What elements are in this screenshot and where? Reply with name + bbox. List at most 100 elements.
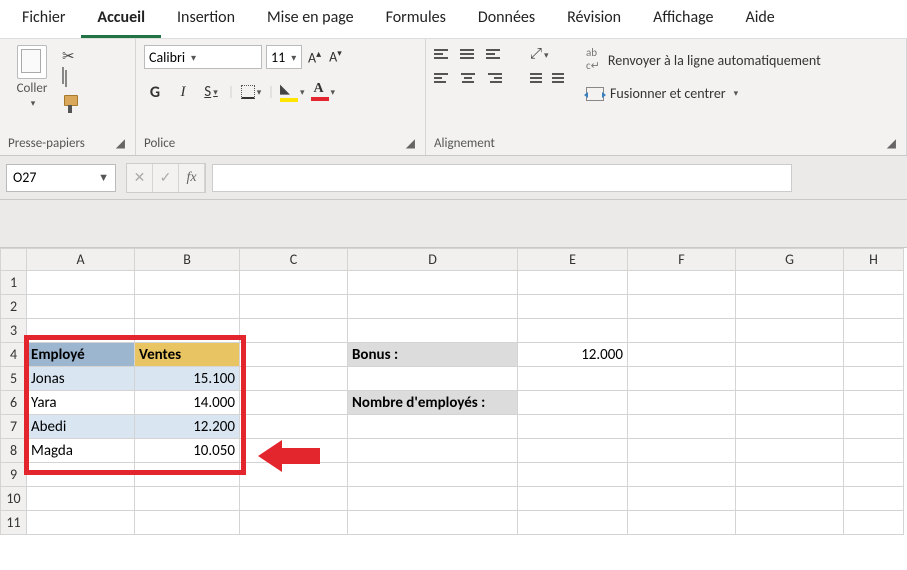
merge-center-button[interactable]: Fusionner et centrer ▾ — [586, 85, 821, 102]
row-head[interactable]: 5 — [1, 367, 27, 391]
sheet-grid[interactable]: A B C D E F G H 1 2 3 4 Employé Ventes B… — [0, 248, 904, 535]
tab-home[interactable]: Accueil — [81, 0, 161, 38]
font-size-value: 11 — [271, 49, 285, 66]
tab-file[interactable]: Fichier — [6, 0, 81, 38]
tab-review[interactable]: Révision — [551, 0, 637, 38]
paste-icon — [17, 45, 47, 79]
formula-input[interactable] — [212, 164, 792, 192]
cell-A6[interactable]: Yara — [27, 391, 135, 415]
paste-label: Coller — [17, 81, 48, 96]
cell-D6[interactable]: Nombre d'employés : — [348, 391, 518, 415]
wrap-text-button[interactable]: abc↵ Renvoyer à la ligne automatiquement — [586, 47, 821, 73]
alignment-group-label: Alignement — [434, 136, 495, 151]
bold-button[interactable]: G — [144, 81, 166, 103]
cell-A8[interactable]: Magda — [27, 439, 135, 463]
name-box-value: O27 — [13, 169, 36, 186]
decrease-indent-icon[interactable] — [530, 73, 542, 83]
tab-insert[interactable]: Insertion — [161, 0, 251, 38]
font-name-select[interactable]: Calibri ▾ — [144, 45, 262, 69]
underline-button[interactable]: S▾ — [200, 81, 222, 103]
borders-button[interactable]: ▾ — [240, 81, 262, 103]
row-head[interactable]: 9 — [1, 463, 27, 487]
cell-B5[interactable]: 15.100 — [135, 367, 240, 391]
tab-data[interactable]: Données — [462, 0, 551, 38]
tab-help[interactable]: Aide — [729, 0, 790, 38]
dialog-launcher-icon[interactable]: ◢ — [885, 136, 898, 151]
enter-formula-icon[interactable]: ✓ — [153, 164, 179, 192]
chevron-down-icon: ▾ — [291, 51, 296, 64]
row-head[interactable]: 6 — [1, 391, 27, 415]
name-box[interactable]: O27 ▼ — [6, 164, 116, 192]
tab-view[interactable]: Affichage — [637, 0, 729, 38]
row-head[interactable]: 10 — [1, 487, 27, 511]
cell-A4[interactable]: Employé — [27, 343, 135, 367]
align-bottom-icon[interactable] — [486, 49, 502, 59]
arrow-annotation — [258, 440, 320, 472]
col-head-A[interactable]: A — [27, 249, 135, 271]
cell-B6[interactable]: 14.000 — [135, 391, 240, 415]
chevron-down-icon: ▾ — [734, 88, 739, 99]
dialog-launcher-icon[interactable]: ◢ — [114, 136, 127, 151]
cancel-formula-icon[interactable]: ✕ — [127, 164, 153, 192]
row-head[interactable]: 3 — [1, 319, 27, 343]
tab-layout[interactable]: Mise en page — [251, 0, 370, 38]
fill-color-button[interactable]: ▾ — [280, 81, 305, 103]
row-head[interactable]: 11 — [1, 511, 27, 535]
font-color-button[interactable]: A▾ — [311, 81, 336, 103]
font-size-select[interactable]: 11 ▾ — [266, 45, 302, 69]
wrap-label: Renvoyer à la ligne automatiquement — [608, 52, 821, 69]
col-head-C[interactable]: C — [240, 249, 348, 271]
col-head-G[interactable]: G — [736, 249, 844, 271]
cell-A5[interactable]: Jonas — [27, 367, 135, 391]
formula-bar: O27 ▼ ✕ ✓ fx — [0, 156, 907, 200]
align-left-icon[interactable] — [434, 73, 450, 83]
spacer — [0, 200, 907, 248]
chevron-down-icon: ▾ — [191, 51, 196, 64]
col-head-F[interactable]: F — [628, 249, 736, 271]
select-all-corner[interactable] — [1, 249, 27, 271]
row-head[interactable]: 2 — [1, 295, 27, 319]
cell-E4[interactable]: 12.000 — [518, 343, 628, 367]
orientation-icon[interactable]: ⤢▾ — [530, 45, 549, 63]
font-color-icon: A — [311, 83, 329, 101]
col-head-D[interactable]: D — [348, 249, 518, 271]
decrease-font-icon[interactable]: A▾ — [327, 46, 344, 68]
cell-A7[interactable]: Abedi — [27, 415, 135, 439]
ribbon-group-clipboard: Coller ▾ ✂ Presse-papiers ◢ — [0, 39, 136, 155]
align-middle-icon[interactable] — [460, 49, 476, 59]
row-head[interactable]: 8 — [1, 439, 27, 463]
merge-label: Fusionner et centrer — [610, 85, 726, 102]
cut-icon[interactable]: ✂ — [62, 47, 80, 65]
merge-icon — [586, 87, 604, 101]
paste-button[interactable]: Coller ▾ — [8, 45, 56, 109]
tab-formulas[interactable]: Formules — [370, 0, 462, 38]
cell-D4[interactable]: Bonus : — [348, 343, 518, 367]
cell-B8[interactable]: 10.050 — [135, 439, 240, 463]
row-head[interactable]: 4 — [1, 343, 27, 367]
spreadsheet: A B C D E F G H 1 2 3 4 Employé Ventes B… — [0, 248, 907, 535]
row-head[interactable]: 7 — [1, 415, 27, 439]
cell-B4[interactable]: Ventes — [135, 343, 240, 367]
col-head-E[interactable]: E — [518, 249, 628, 271]
copy-icon[interactable] — [62, 71, 80, 89]
bucket-icon — [280, 84, 298, 100]
row-head[interactable]: 1 — [1, 271, 27, 295]
format-painter-icon[interactable] — [62, 95, 80, 113]
increase-font-icon[interactable]: A▴ — [306, 45, 323, 69]
chevron-down-icon: ▾ — [31, 98, 36, 109]
align-top-icon[interactable] — [434, 49, 450, 59]
increase-indent-icon[interactable] — [552, 73, 564, 83]
cell-B7[interactable]: 12.200 — [135, 415, 240, 439]
chevron-down-icon: ▼ — [98, 171, 109, 184]
ribbon-group-alignment: ⤢▾ abc↵ Renvoyer à la ligne automatiquem… — [426, 39, 907, 155]
align-right-icon[interactable] — [486, 73, 502, 83]
dialog-launcher-icon[interactable]: ◢ — [404, 136, 417, 151]
italic-button[interactable]: I — [172, 81, 194, 103]
menu-bar: Fichier Accueil Insertion Mise en page F… — [0, 0, 907, 38]
clipboard-group-label: Presse-papiers — [8, 136, 85, 151]
font-name-value: Calibri — [149, 49, 185, 66]
align-center-icon[interactable] — [460, 73, 476, 83]
col-head-B[interactable]: B — [135, 249, 240, 271]
fx-icon[interactable]: fx — [179, 164, 205, 192]
col-head-H[interactable]: H — [844, 249, 904, 271]
